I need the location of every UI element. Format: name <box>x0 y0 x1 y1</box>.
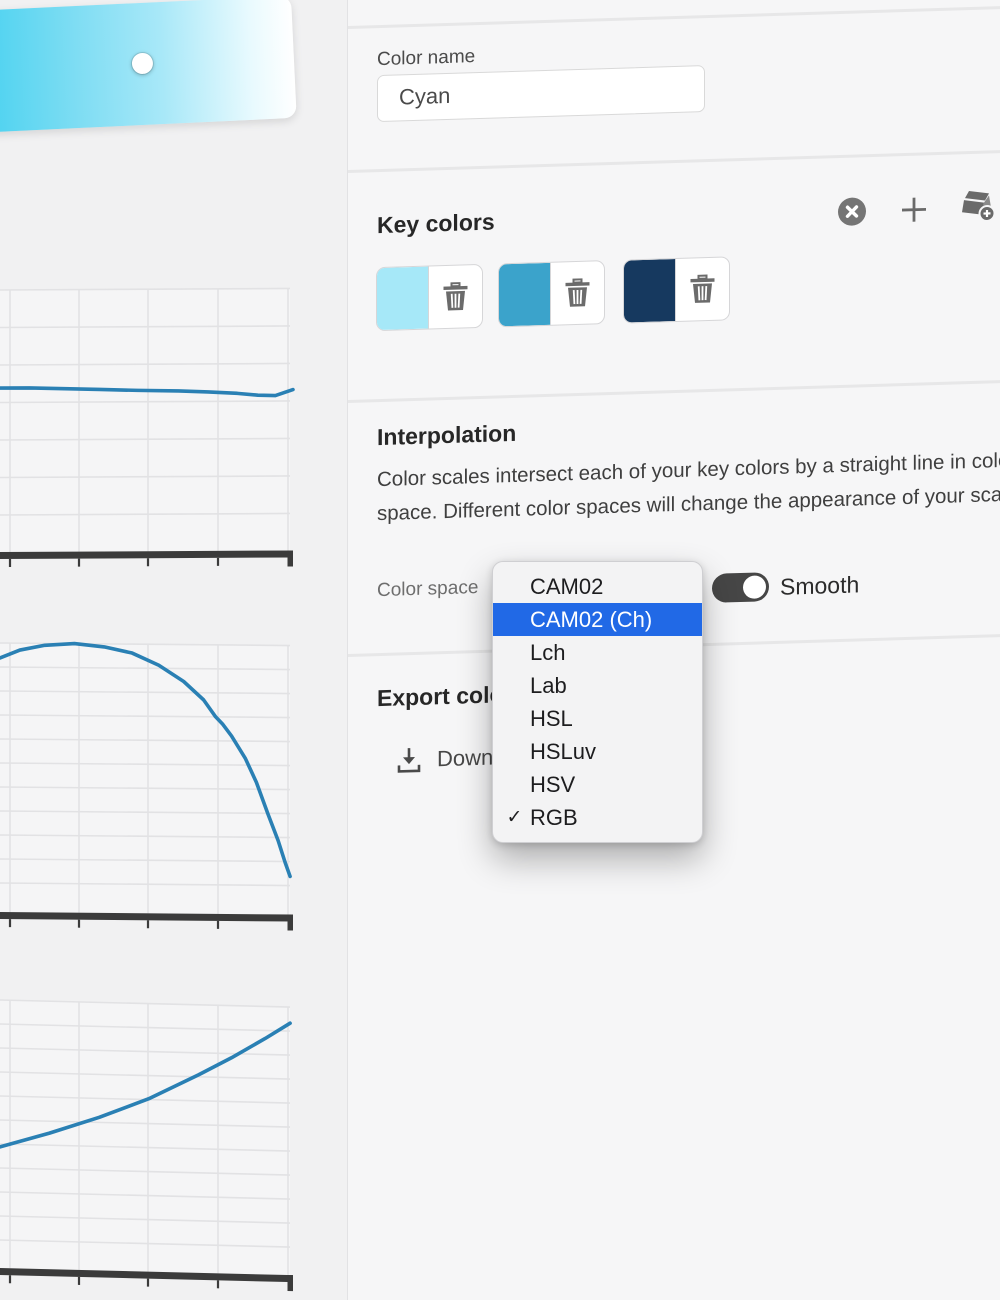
trash-icon <box>564 278 591 309</box>
colorspace-option-lab[interactable]: Lab <box>493 669 702 702</box>
app-stage: Color name Cyan Key colors <box>0 0 1000 1300</box>
divider <box>348 150 1000 173</box>
smooth-label: Smooth <box>780 571 859 600</box>
add-bulk-colors-button[interactable] <box>959 188 996 223</box>
color-name-label: Color name <box>377 46 475 71</box>
colorspace-option-cam02-ch-[interactable]: CAM02 (Ch) <box>493 603 702 636</box>
key-colors-heading: Key colors <box>377 209 495 240</box>
download-icon <box>396 746 422 775</box>
check-icon: ✓ <box>501 806 528 829</box>
color-space-dropdown-menu: CAM02 CAM02 (Ch) Lch Lab HSL HSLuv HSV ✓… <box>492 561 703 843</box>
chart-column <box>0 0 347 1300</box>
colorspace-option-hsv[interactable]: HSV <box>493 768 702 801</box>
interpolation-heading: Interpolation <box>377 420 516 451</box>
close-x-glyph <box>838 197 866 226</box>
bulk-add-colors-icon <box>959 188 996 223</box>
delete-key-color-button[interactable] <box>551 261 604 325</box>
delete-key-color-button[interactable] <box>676 257 729 321</box>
colorspace-option-lch[interactable]: Lch <box>493 636 702 669</box>
key-color-chip <box>623 256 730 323</box>
lightness-chart <box>0 985 296 1299</box>
plus-icon <box>899 194 929 225</box>
divider <box>348 6 1000 29</box>
add-key-color-button[interactable] <box>899 194 929 225</box>
color-name-value: Cyan <box>399 83 450 110</box>
color-scale-gradient-swatch <box>0 0 297 134</box>
hue-chart <box>0 280 296 576</box>
key-color-swatch-dark-navy[interactable] <box>624 259 676 323</box>
color-space-label: Color space <box>377 577 478 602</box>
gradient-handle-dot[interactable] <box>131 52 153 74</box>
smooth-toggle[interactable] <box>712 572 769 603</box>
toggle-knob <box>743 575 766 599</box>
chroma-chart <box>0 632 296 939</box>
close-circle-icon[interactable] <box>838 197 866 226</box>
key-color-chip <box>498 260 605 327</box>
colorspace-option-cam02[interactable]: CAM02 <box>493 570 702 603</box>
colorspace-option-rgb[interactable]: ✓RGB <box>493 801 702 834</box>
trash-icon <box>442 281 469 312</box>
colorspace-option-hsluv[interactable]: HSLuv <box>493 735 702 768</box>
delete-key-color-button[interactable] <box>429 265 482 329</box>
colorspace-option-hsl[interactable]: HSL <box>493 702 702 735</box>
trash-icon <box>689 274 716 305</box>
color-name-input[interactable]: Cyan <box>377 65 705 122</box>
divider <box>348 380 1000 403</box>
key-color-chip <box>376 264 483 331</box>
key-color-swatch-light-cyan[interactable] <box>377 267 429 331</box>
key-color-swatch-medium-blue[interactable] <box>499 263 551 327</box>
